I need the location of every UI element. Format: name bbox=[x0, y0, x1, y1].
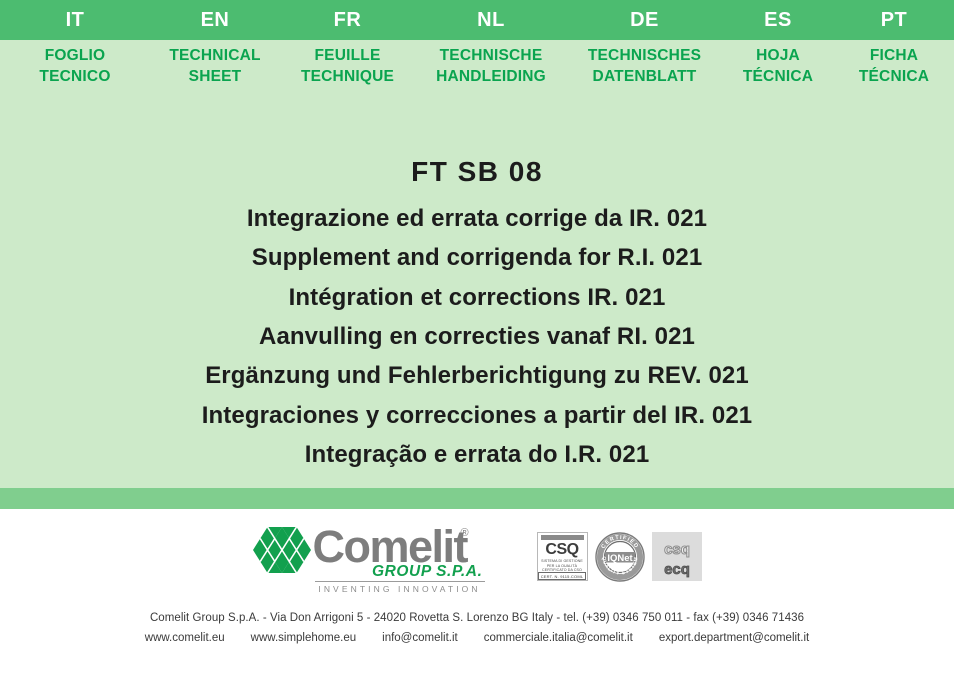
csq-bar bbox=[540, 535, 584, 540]
language-name-en: TECHNICAL SHEET bbox=[150, 46, 280, 87]
csq-certificate-code: CERT. N. 9115.COML bbox=[537, 572, 587, 581]
iqnet-certification-icon: CERTIFIED QUALITY SYSTEM IQNet bbox=[594, 531, 646, 583]
language-name-de-line1: TECHNISCHES bbox=[587, 47, 702, 64]
subtitle-nl: Aanvulling en correcties vanaf RI. 021 bbox=[259, 322, 695, 350]
comelit-logo: Comelit ® GROUP S.P.A. INVENTING INNOVAT… bbox=[252, 521, 485, 594]
comelit-chevron-icon bbox=[252, 526, 311, 574]
language-name-pt-line1: FICHA bbox=[869, 47, 919, 64]
document-page: IT EN FR NL DE ES PT FOGLIO TECNICO TECH… bbox=[0, 0, 954, 677]
language-code-en: EN bbox=[200, 9, 230, 31]
language-band: IT EN FR NL DE ES PT FOGLIO TECNICO TECH… bbox=[0, 0, 954, 94]
csq-fineprint-line1: SISTEMA DI GESTIONE PER LA QUALITÀ bbox=[541, 559, 583, 567]
logo-row: Comelit ® GROUP S.P.A. INVENTING INNOVAT… bbox=[0, 509, 954, 605]
language-code-row: IT EN FR NL DE ES PT bbox=[0, 0, 954, 40]
comelit-tagline: INVENTING INNOVATION bbox=[314, 580, 485, 594]
subtitle-es: Integraciones y correcciones a partir de… bbox=[201, 401, 753, 429]
language-name-row: FOGLIO TECNICO TECHNICAL SHEET FEUILLE T… bbox=[0, 40, 954, 87]
csq-certification-icon: CSQ SISTEMA DI GESTIONE PER LA QUALITÀ C… bbox=[536, 532, 588, 582]
csq-ecq-certification-icon: csq ecq bbox=[651, 532, 702, 582]
language-code-de: DE bbox=[630, 9, 659, 31]
language-name-en-line1: TECHNICAL bbox=[169, 47, 261, 64]
comelit-group-label: GROUP S.P.A. bbox=[371, 562, 483, 580]
language-name-pt: FICHA TÉCNICA bbox=[834, 46, 954, 87]
language-name-en-line2: SHEET bbox=[188, 67, 242, 85]
language-code-nl: NL bbox=[477, 9, 505, 31]
language-name-nl-line1: TECHNISCHE bbox=[439, 47, 543, 64]
language-code-it: IT bbox=[65, 9, 85, 31]
footer-link-comelit-eu[interactable]: www.comelit.eu bbox=[145, 632, 225, 644]
language-name-es: HOJA TÉCNICA bbox=[722, 46, 834, 87]
footer-link-commerciale-email[interactable]: commerciale.italia@comelit.it bbox=[484, 632, 633, 644]
certification-marks: CSQ SISTEMA DI GESTIONE PER LA QUALITÀ C… bbox=[536, 531, 702, 583]
language-name-it-line1: FOGLIO bbox=[44, 47, 106, 64]
svg-text:csq: csq bbox=[664, 541, 690, 558]
footer: Comelit Group S.p.A. - Via Don Arrigoni … bbox=[0, 604, 954, 645]
title-block: FT SB 08 Integrazione ed errata corrige … bbox=[0, 93, 954, 489]
language-name-fr-line2: TECHNIQUE bbox=[300, 67, 395, 85]
svg-text:IQNet: IQNet bbox=[607, 553, 633, 564]
footer-link-export-email[interactable]: export.department@comelit.it bbox=[659, 632, 809, 644]
language-code-es: ES bbox=[764, 9, 792, 31]
subtitle-de: Ergänzung und Fehlerberichtigung zu REV.… bbox=[205, 362, 749, 390]
language-code-pt: PT bbox=[880, 9, 908, 31]
document-code: FT SB 08 bbox=[411, 156, 543, 188]
footer-link-simplehome-eu[interactable]: www.simplehome.eu bbox=[251, 632, 356, 644]
registered-trademark-icon: ® bbox=[460, 526, 469, 539]
language-name-fr-line1: FEUILLE bbox=[314, 47, 381, 64]
language-name-it-line2: TECNICO bbox=[39, 67, 111, 85]
subtitle-fr: Intégration et corrections IR. 021 bbox=[288, 283, 666, 311]
csq-fineprint-line2: CERTIFICATO DA CSQ bbox=[542, 567, 582, 572]
language-name-es-line1: HOJA bbox=[756, 47, 800, 64]
footer-company-line: Comelit Group S.p.A. - Via Don Arrigoni … bbox=[149, 612, 805, 625]
subtitle-pt: Integração e errata do I.R. 021 bbox=[304, 440, 650, 468]
footer-links: www.comelit.eu www.simplehome.eu info@co… bbox=[0, 632, 954, 644]
language-name-pt-line2: TÉCNICA bbox=[858, 67, 930, 85]
csq-label: CSQ bbox=[545, 540, 579, 558]
svg-text:ecq: ecq bbox=[664, 561, 690, 578]
language-code-fr: FR bbox=[333, 9, 362, 31]
subtitle-it: Integrazione ed errata corrige da IR. 02… bbox=[246, 204, 708, 232]
language-name-fr: FEUILLE TECHNIQUE bbox=[280, 46, 415, 87]
green-divider-strip bbox=[0, 488, 954, 510]
subtitle-en: Supplement and corrigenda for R.I. 021 bbox=[251, 244, 703, 272]
language-name-es-line2: TÉCNICA bbox=[742, 67, 814, 85]
language-name-it: FOGLIO TECNICO bbox=[0, 46, 150, 87]
footer-link-info-email[interactable]: info@comelit.it bbox=[382, 632, 458, 644]
language-name-de: TECHNISCHES DATENBLATT bbox=[567, 46, 722, 87]
language-name-nl-line2: HANDLEIDING bbox=[436, 67, 546, 85]
language-name-nl: TECHNISCHE HANDLEIDING bbox=[415, 46, 567, 87]
language-name-de-line2: DATENBLATT bbox=[592, 67, 697, 85]
